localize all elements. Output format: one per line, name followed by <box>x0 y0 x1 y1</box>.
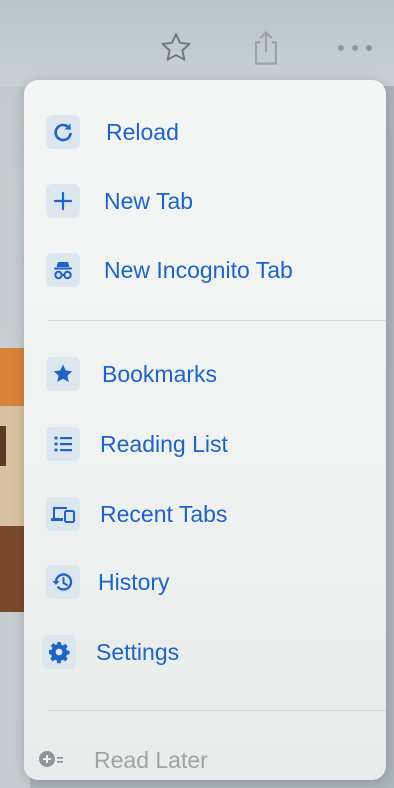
menu-item-label: Reload <box>106 118 179 145</box>
menu-item-bookmarks[interactable]: Bookmarks <box>24 346 386 402</box>
menu-item-label: Read Later <box>94 746 208 773</box>
menu-item-history[interactable]: History <box>24 554 386 610</box>
menu-item-new-incognito-tab[interactable]: New Incognito Tab <box>24 242 386 298</box>
menu-item-label: History <box>98 568 170 595</box>
history-icon <box>46 565 80 599</box>
menu-divider <box>48 710 386 711</box>
bookmark-star-button[interactable] <box>156 28 196 68</box>
menu-item-label: New Tab <box>104 187 194 214</box>
list-icon <box>46 427 80 461</box>
menu-item-label: Reading List <box>100 430 228 457</box>
menu-item-label: New Incognito Tab <box>104 256 293 283</box>
menu-item-new-tab[interactable]: New Tab <box>24 173 386 229</box>
more-menu-button[interactable] <box>330 28 380 68</box>
menu-item-recent-tabs[interactable]: Recent Tabs <box>24 486 386 542</box>
menu-item-settings[interactable]: Settings <box>24 624 386 680</box>
add-reading-list-icon <box>34 743 68 777</box>
plus-icon <box>46 184 80 218</box>
top-toolbar <box>0 0 394 86</box>
menu-item-label: Recent Tabs <box>100 500 228 527</box>
incognito-icon <box>46 253 80 287</box>
overflow-menu: Reload New Tab New Incognito Tab Bookmar… <box>24 80 386 780</box>
menu-item-reading-list[interactable]: Reading List <box>24 416 386 472</box>
star-outline-icon <box>161 33 191 61</box>
menu-item-reload[interactable]: Reload <box>24 104 386 160</box>
devices-icon <box>46 497 80 531</box>
reload-icon <box>46 115 80 149</box>
share-icon <box>255 30 277 65</box>
star-icon <box>46 357 80 391</box>
more-dots-icon <box>338 45 372 51</box>
menu-item-label: Bookmarks <box>102 360 218 387</box>
menu-item-label: Settings <box>96 638 180 665</box>
menu-divider <box>48 320 386 321</box>
menu-item-read-later[interactable]: Read Later <box>24 732 386 780</box>
share-button[interactable] <box>246 28 286 68</box>
gear-icon <box>42 635 76 669</box>
